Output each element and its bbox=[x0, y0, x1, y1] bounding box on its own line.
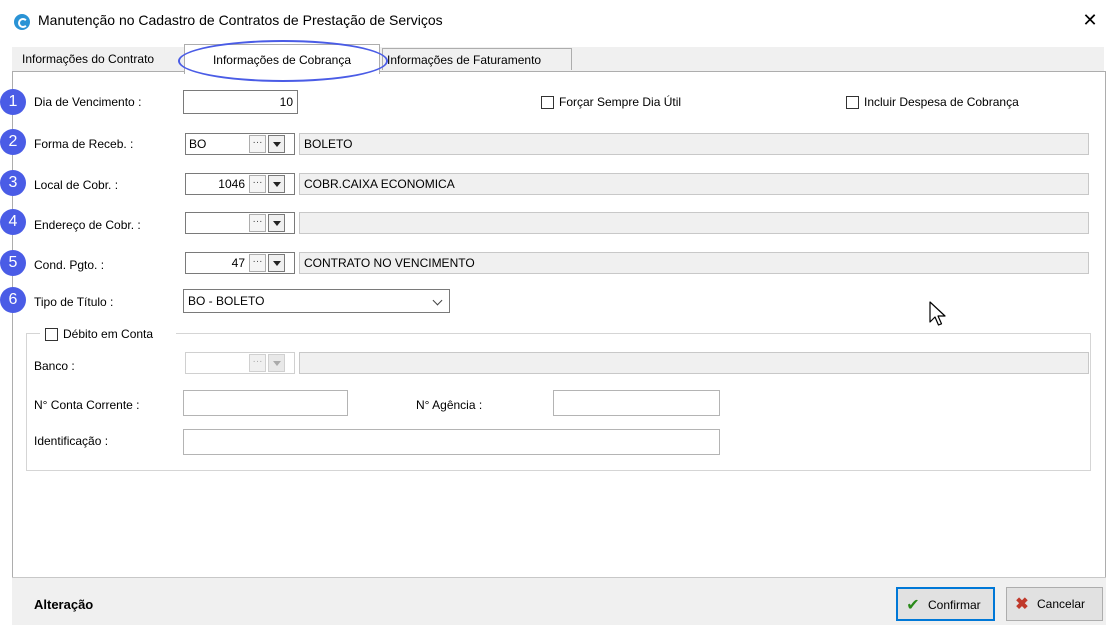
vencimento-label: Dia de Vencimento : bbox=[34, 95, 142, 109]
step-marker: 4 bbox=[0, 209, 26, 235]
step-marker: 1 bbox=[0, 89, 26, 115]
confirm-button[interactable]: ✔ Confirmar bbox=[896, 587, 995, 621]
check-icon: ✔ bbox=[906, 597, 920, 614]
tab-informacoes-cobranca[interactable]: Informações de Cobrança bbox=[184, 44, 380, 74]
banco-label: Banco : bbox=[34, 359, 75, 373]
banco-dropdown-button[interactable] bbox=[268, 354, 285, 372]
forma-receb-label: Forma de Receb. : bbox=[34, 137, 134, 151]
local-cobr-label: Local de Cobr. : bbox=[34, 178, 119, 192]
local-cobr-ellipsis-button[interactable]: ··· bbox=[249, 175, 266, 193]
cancel-label: Cancelar bbox=[1037, 597, 1086, 611]
step-marker: 3 bbox=[0, 170, 26, 196]
x-icon: ✖ bbox=[1015, 596, 1029, 613]
banco-lookup: ··· bbox=[185, 352, 295, 374]
identificacao-label: Identificação : bbox=[34, 434, 109, 448]
conta-corrente-input[interactable] bbox=[183, 390, 348, 416]
step-marker: 6 bbox=[0, 287, 26, 313]
endereco-cobr-description bbox=[299, 212, 1089, 234]
forma-receb-description: BOLETO bbox=[299, 133, 1089, 155]
banco-ellipsis-button[interactable]: ··· bbox=[249, 354, 266, 372]
tab-informacoes-contrato[interactable]: Informações do Contrato bbox=[18, 48, 184, 70]
local-cobr-code[interactable]: 1046 bbox=[186, 174, 248, 194]
app-logo-icon bbox=[14, 14, 30, 30]
cond-pgto-label: Cond. Pgto. : bbox=[34, 258, 105, 272]
local-cobr-description: COBR.CAIXA ECONOMICA bbox=[299, 173, 1089, 195]
forma-receb-code[interactable]: BO bbox=[186, 134, 248, 154]
banco-code[interactable] bbox=[186, 353, 248, 373]
agencia-label: N° Agência : bbox=[416, 398, 483, 412]
forma-receb-lookup: BO ··· bbox=[185, 133, 295, 155]
cond-pgto-ellipsis-button[interactable]: ··· bbox=[249, 254, 266, 272]
endereco-cobr-lookup: ··· bbox=[185, 212, 295, 234]
tipo-titulo-select[interactable]: BO - BOLETO bbox=[183, 289, 450, 313]
cond-pgto-code[interactable]: 47 bbox=[186, 253, 248, 273]
mouse-cursor-icon bbox=[929, 301, 946, 326]
cond-pgto-description: CONTRATO NO VENCIMENTO bbox=[299, 252, 1089, 274]
endereco-cobr-code[interactable] bbox=[186, 213, 248, 233]
tipo-titulo-value: BO - BOLETO bbox=[188, 294, 265, 308]
conta-corrente-label: N° Conta Corrente : bbox=[34, 398, 140, 412]
local-cobr-lookup: 1046 ··· bbox=[185, 173, 295, 195]
close-button[interactable]: ✕ bbox=[1078, 8, 1102, 32]
local-cobr-dropdown-button[interactable] bbox=[268, 175, 285, 193]
endereco-cobr-dropdown-button[interactable] bbox=[268, 214, 285, 232]
window-title: Manutenção no Cadastro de Contratos de P… bbox=[38, 12, 443, 28]
identificacao-input[interactable] bbox=[183, 429, 720, 455]
banco-description bbox=[299, 352, 1089, 374]
cond-pgto-dropdown-button[interactable] bbox=[268, 254, 285, 272]
incluir-despesa-checkbox[interactable] bbox=[846, 96, 859, 109]
incluir-despesa-label: Incluir Despesa de Cobrança bbox=[864, 95, 1019, 109]
step-marker: 5 bbox=[0, 250, 26, 276]
forma-receb-ellipsis-button[interactable]: ··· bbox=[249, 135, 266, 153]
confirm-label: Confirmar bbox=[928, 598, 981, 612]
endereco-cobr-label: Endereço de Cobr. : bbox=[34, 218, 141, 232]
cancel-button[interactable]: ✖ Cancelar bbox=[1006, 587, 1103, 621]
vencimento-input[interactable]: 10 bbox=[183, 90, 298, 114]
tipo-titulo-label: Tipo de Título : bbox=[34, 295, 114, 309]
step-marker: 2 bbox=[0, 129, 26, 155]
chevron-down-icon bbox=[432, 295, 443, 306]
agencia-input[interactable] bbox=[553, 390, 720, 416]
endereco-cobr-ellipsis-button[interactable]: ··· bbox=[249, 214, 266, 232]
forcar-dia-util-label: Forçar Sempre Dia Útil bbox=[559, 95, 682, 109]
debito-em-conta-checkbox[interactable] bbox=[45, 328, 58, 341]
forcar-dia-util-checkbox[interactable] bbox=[541, 96, 554, 109]
status-text: Alteração bbox=[34, 597, 94, 612]
cond-pgto-lookup: 47 ··· bbox=[185, 252, 295, 274]
debito-em-conta-label: Débito em Conta bbox=[63, 327, 154, 341]
tab-informacoes-faturamento[interactable]: Informações de Faturamento bbox=[382, 48, 572, 70]
forma-receb-dropdown-button[interactable] bbox=[268, 135, 285, 153]
